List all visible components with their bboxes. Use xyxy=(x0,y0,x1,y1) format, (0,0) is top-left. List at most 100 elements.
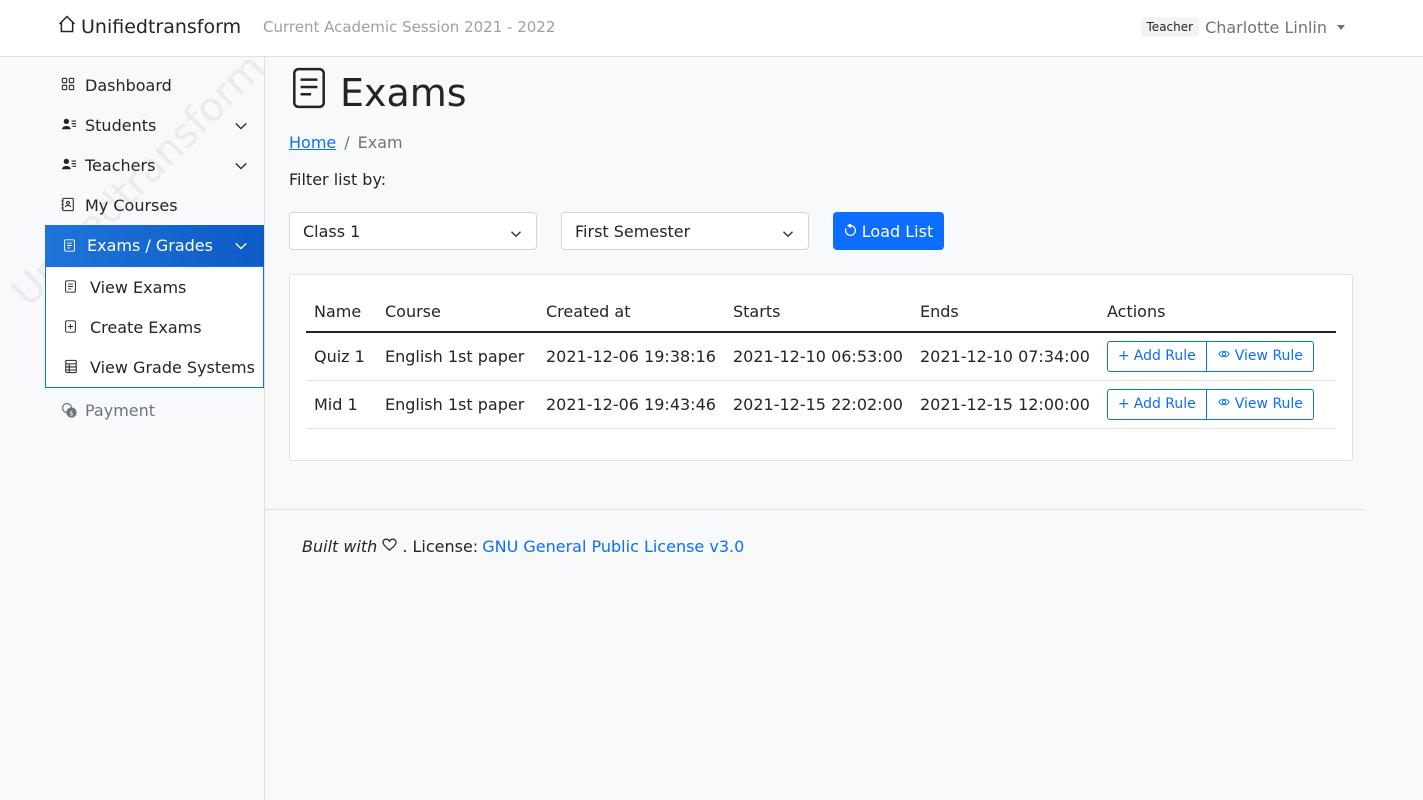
cell-actions: + Add Rule View Rule xyxy=(1099,380,1336,429)
filter-label: Filter list by: xyxy=(289,170,387,189)
add-rule-label: Add Rule xyxy=(1133,396,1196,412)
main-content: Exams Home / Exam Filter list by: Class … xyxy=(265,57,1423,800)
footer-divider xyxy=(265,509,1365,510)
chevron-down-icon xyxy=(782,225,794,238)
role-badge: Teacher xyxy=(1140,17,1200,37)
exams-submenu: View Exams Create Exams View Grade Syste… xyxy=(45,266,264,388)
cell-course: English 1st paper xyxy=(377,380,538,429)
plus-icon: + xyxy=(1118,348,1130,365)
cell-name: Mid 1 xyxy=(306,380,377,429)
sidebar-item-label: My Courses xyxy=(85,195,178,215)
page-title-text: Exams xyxy=(340,70,467,115)
heart-icon xyxy=(381,537,398,556)
cell-name: Quiz 1 xyxy=(306,332,377,381)
actions-group: + Add Rule View Rule xyxy=(1107,388,1314,420)
view-rule-button[interactable]: View Rule xyxy=(1206,388,1314,420)
sidebar-item-students[interactable]: Students xyxy=(46,105,264,145)
user-menu[interactable]: Teacher Charlotte Linlin xyxy=(1140,17,1345,37)
sidebar-item-my-courses[interactable]: My Courses xyxy=(46,185,264,225)
load-list-button[interactable]: Load List xyxy=(833,212,944,250)
actions-group: + Add Rule View Rule xyxy=(1107,340,1314,372)
submenu-item-label: View Exams xyxy=(90,277,187,297)
view-rule-label: View Rule xyxy=(1234,348,1303,365)
column-header: Course xyxy=(377,291,538,333)
house-icon xyxy=(57,14,77,39)
top-navbar: Unifiedtransform Current Academic Sessio… xyxy=(0,0,1423,57)
column-header: Actions xyxy=(1099,291,1336,333)
view-rule-button[interactable]: View Rule xyxy=(1206,340,1314,372)
license-link[interactable]: GNU General Public License v3.0 xyxy=(482,537,744,556)
add-rule-label: Add Rule xyxy=(1133,348,1196,365)
sidebar-item-dashboard[interactable]: Dashboard xyxy=(46,65,264,105)
breadcrumb-home-link[interactable]: Home xyxy=(289,133,336,152)
sidebar-item-label: Dashboard xyxy=(85,75,172,95)
class-select[interactable]: Class 1 xyxy=(289,212,537,250)
page-title: Exams xyxy=(292,67,467,118)
sidebar-item-payment: $ Payment xyxy=(46,390,264,430)
cell-created: 2021-12-06 19:43:46 xyxy=(538,380,725,429)
view-rule-label: View Rule xyxy=(1234,396,1303,412)
column-header: Starts xyxy=(725,291,912,333)
academic-session: Current Academic Session 2021 - 2022 xyxy=(263,18,556,36)
person-lines-icon xyxy=(61,117,77,133)
table-row: Mid 1 English 1st paper 2021-12-06 19:43… xyxy=(306,380,1336,429)
add-rule-button[interactable]: + Add Rule xyxy=(1107,340,1207,372)
cell-actions: + Add Rule View Rule xyxy=(1099,332,1336,381)
grid-icon xyxy=(61,77,77,93)
eye-icon xyxy=(1217,348,1231,364)
chevron-down-icon xyxy=(234,118,248,132)
file-plus-icon xyxy=(64,319,80,335)
sidebar-item-label: Exams / Grades xyxy=(87,236,213,255)
coin-icon: $ xyxy=(61,402,77,418)
built-with-text: Built with xyxy=(302,537,378,556)
submenu-item-view-exams[interactable]: View Exams xyxy=(46,267,263,307)
semester-select-value: First Semester xyxy=(575,221,691,241)
brand-link[interactable]: Unifiedtransform xyxy=(57,14,241,39)
sidebar-item-label: Payment xyxy=(85,400,156,420)
load-list-label: Load List xyxy=(861,221,934,241)
column-header: Name xyxy=(306,291,377,333)
sidebar-item-label: Teachers xyxy=(85,155,156,175)
table-header-row: Name Course Created at Starts Ends Actio… xyxy=(306,291,1336,333)
chevron-down-icon xyxy=(234,238,248,252)
cell-course: English 1st paper xyxy=(377,332,538,381)
cell-starts: 2021-12-15 22:02:00 xyxy=(725,380,912,429)
journal-icon xyxy=(61,197,77,213)
sidebar-item-teachers[interactable]: Teachers xyxy=(46,145,264,185)
caret-down-icon xyxy=(1337,24,1345,30)
column-header: Ends xyxy=(912,291,1099,333)
cell-ends: 2021-12-10 07:34:00 xyxy=(912,332,1099,381)
sidebar-item-label: Students xyxy=(85,115,157,135)
sidebar: Unifiedtransform Dashboard Students Teac… xyxy=(0,57,265,800)
svg-text:$: $ xyxy=(69,409,73,417)
refresh-icon xyxy=(844,222,857,241)
exams-table-card: Name Course Created at Starts Ends Actio… xyxy=(289,274,1353,461)
table-row: Quiz 1 English 1st paper 2021-12-06 19:3… xyxy=(306,332,1336,381)
person-lines-icon xyxy=(61,157,77,173)
file-text-icon xyxy=(292,67,326,118)
submenu-item-view-grade-systems[interactable]: View Grade Systems xyxy=(46,347,263,387)
license-label: . License: xyxy=(402,537,479,556)
cell-created: 2021-12-06 19:38:16 xyxy=(538,332,725,381)
cell-starts: 2021-12-10 06:53:00 xyxy=(725,332,912,381)
eye-icon xyxy=(1217,396,1231,412)
file-text-icon xyxy=(63,238,79,254)
submenu-item-label: View Grade Systems xyxy=(90,357,255,377)
exams-table: Name Course Created at Starts Ends Actio… xyxy=(306,291,1336,429)
chevron-down-icon xyxy=(510,225,522,238)
submenu-item-label: Create Exams xyxy=(90,317,202,337)
class-select-value: Class 1 xyxy=(303,221,361,241)
add-rule-button[interactable]: + Add Rule xyxy=(1107,388,1207,420)
sidebar-item-exams-grades[interactable]: Exams / Grades xyxy=(45,225,264,266)
cell-ends: 2021-12-15 12:00:00 xyxy=(912,380,1099,429)
table-icon xyxy=(64,359,80,375)
submenu-item-create-exams[interactable]: Create Exams xyxy=(46,307,263,347)
semester-select[interactable]: First Semester xyxy=(561,212,809,250)
user-name: Charlotte Linlin xyxy=(1205,17,1327,37)
plus-icon: + xyxy=(1118,396,1130,412)
column-header: Created at xyxy=(538,291,725,333)
chevron-down-icon xyxy=(234,158,248,172)
file-text-icon xyxy=(64,279,80,295)
breadcrumb-separator: / xyxy=(344,133,350,152)
breadcrumb: Home / Exam xyxy=(289,133,403,152)
